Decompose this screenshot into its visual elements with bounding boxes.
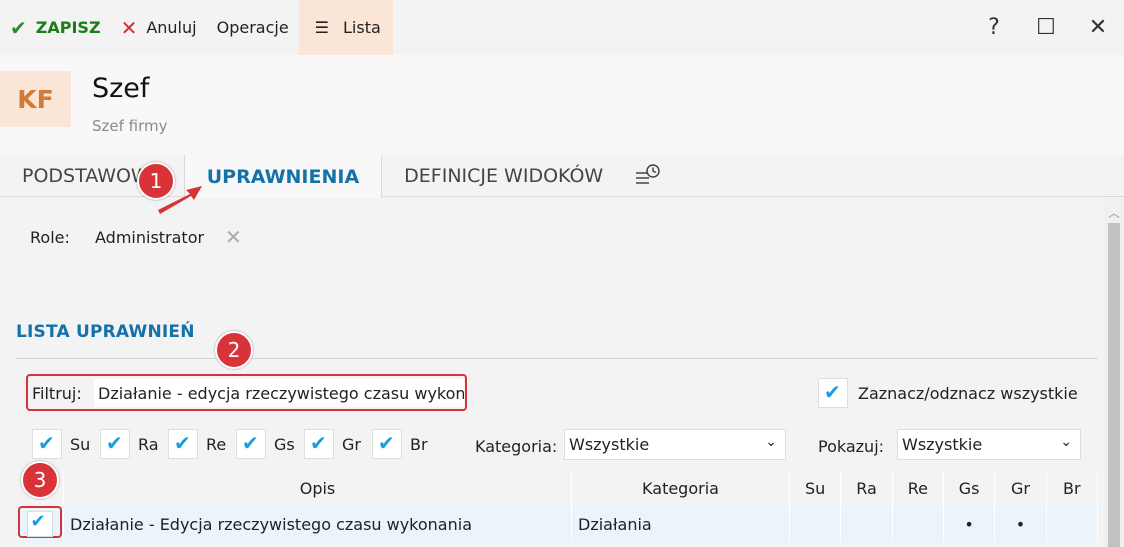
role-value[interactable]: Administrator bbox=[95, 228, 204, 247]
scroll-up-icon[interactable]: ︿ bbox=[1104, 204, 1124, 221]
flag-checkbox[interactable] bbox=[372, 429, 402, 459]
chevron-down-icon: ⌄ bbox=[765, 434, 777, 450]
toolbar: ✔ ZAPISZ ✕ Anuluj Operacje ☰ Lista ? ☐ ✕ bbox=[0, 0, 1124, 55]
table-row[interactable]: Działanie - Edycja rzeczywistego czasu w… bbox=[16, 506, 1098, 542]
record-header: KF Szef Szef firmy bbox=[0, 55, 1124, 155]
category-select[interactable]: Wszystkie ⌄ bbox=[564, 429, 786, 460]
show-select[interactable]: Wszystkie ⌄ bbox=[897, 429, 1081, 460]
permissions-panel: Role: Administrator ✕ LISTA UPRAWNIEŃ Fi… bbox=[0, 198, 1104, 547]
filter-group: Filtruj: bbox=[26, 374, 467, 411]
avatar: KF bbox=[0, 71, 71, 127]
row-checkbox[interactable] bbox=[26, 511, 53, 537]
cancel-label: Anuluj bbox=[146, 18, 197, 37]
table-header: Opis Kategoria Su Ra Re Gs Gr Br bbox=[16, 470, 1098, 506]
flag-checkbox[interactable] bbox=[304, 429, 334, 459]
save-button[interactable]: ✔ ZAPISZ bbox=[0, 0, 111, 55]
cell-kategoria: Działania bbox=[572, 506, 790, 542]
checkmark-icon: ✔ bbox=[10, 15, 27, 40]
cell-gs[interactable]: • bbox=[943, 506, 996, 542]
flag-label: Ra bbox=[138, 434, 159, 454]
flag-checkbox[interactable] bbox=[100, 429, 130, 459]
help-button[interactable]: ? bbox=[968, 15, 1020, 40]
flag-gs[interactable]: Gs bbox=[236, 429, 296, 459]
scroll-thumb[interactable] bbox=[1108, 223, 1120, 547]
flag-label: Gr bbox=[342, 434, 361, 454]
category-value: Wszystkie bbox=[569, 435, 650, 454]
operations-label: Operacje bbox=[216, 18, 289, 37]
chevron-down-icon: ⌄ bbox=[1060, 434, 1072, 450]
flag-label: Re bbox=[206, 434, 227, 454]
column-header-opis[interactable]: Opis bbox=[64, 470, 572, 506]
save-label: ZAPISZ bbox=[35, 18, 101, 37]
flag-br[interactable]: Br bbox=[372, 429, 432, 459]
cell-gr[interactable]: • bbox=[995, 506, 1047, 542]
permissions-table: Opis Kategoria Su Ra Re Gs Gr Br Działan… bbox=[16, 470, 1098, 542]
column-header-gs[interactable]: Gs bbox=[943, 470, 996, 506]
filter-input[interactable] bbox=[94, 379, 464, 407]
cell-opis: Działanie - Edycja rzeczywistego czasu w… bbox=[64, 506, 572, 542]
tab-permissions[interactable]: UPRAWNIENIA bbox=[183, 155, 383, 198]
row-select-cell[interactable] bbox=[16, 506, 64, 542]
flag-ra[interactable]: Ra bbox=[100, 429, 160, 459]
cancel-button[interactable]: ✕ Anuluj bbox=[111, 0, 207, 55]
tab-history[interactable] bbox=[625, 155, 671, 197]
annotation-arrow-icon bbox=[158, 186, 202, 214]
close-window-button[interactable]: ✕ bbox=[1072, 15, 1124, 40]
column-header-gr[interactable]: Gr bbox=[995, 470, 1047, 506]
flag-label: Br bbox=[410, 434, 428, 454]
operations-button[interactable]: Operacje bbox=[207, 0, 299, 55]
page-subtitle: Szef firmy bbox=[92, 117, 168, 135]
column-header-su[interactable]: Su bbox=[790, 470, 842, 506]
cell-ra[interactable] bbox=[841, 506, 893, 542]
list-label: Lista bbox=[343, 18, 381, 37]
role-label: Role: bbox=[30, 228, 70, 247]
annotation-badge-2: 2 bbox=[215, 331, 253, 369]
show-value: Wszystkie bbox=[902, 435, 983, 454]
page-title: Szef bbox=[92, 73, 150, 104]
filter-label: Filtruj: bbox=[32, 384, 82, 403]
maximize-button[interactable]: ☐ bbox=[1020, 15, 1072, 40]
cell-br[interactable] bbox=[1046, 506, 1098, 542]
cell-su[interactable] bbox=[790, 506, 842, 542]
close-icon: ✕ bbox=[120, 15, 138, 40]
flag-gr[interactable]: Gr bbox=[304, 429, 364, 459]
flag-re[interactable]: Re bbox=[168, 429, 228, 459]
flag-su[interactable]: Su bbox=[32, 429, 92, 459]
column-header-kategoria[interactable]: Kategoria bbox=[572, 470, 790, 506]
vertical-scrollbar[interactable]: ︿ bbox=[1104, 198, 1124, 547]
window-controls: ? ☐ ✕ bbox=[968, 0, 1124, 55]
history-list-icon bbox=[636, 164, 660, 184]
column-header-re[interactable]: Re bbox=[892, 470, 944, 506]
category-label: Kategoria: bbox=[475, 437, 558, 456]
flag-filters: Su Ra Re Gs Gr Br bbox=[32, 429, 440, 459]
flag-label: Su bbox=[70, 434, 91, 454]
select-all-label: Zaznacz/odznacz wszystkie bbox=[858, 383, 1078, 403]
show-label: Pokazuj: bbox=[818, 437, 885, 456]
flag-checkbox[interactable] bbox=[236, 429, 266, 459]
column-header-ra[interactable]: Ra bbox=[841, 470, 893, 506]
list-button[interactable]: ☰ Lista bbox=[298, 0, 393, 55]
annotation-badge-3: 3 bbox=[21, 461, 59, 499]
select-all[interactable]: Zaznacz/odznacz wszystkie bbox=[818, 378, 1078, 408]
cell-re[interactable] bbox=[892, 506, 944, 542]
flag-label: Gs bbox=[274, 434, 295, 454]
remove-role-icon[interactable]: ✕ bbox=[225, 225, 242, 249]
tab-view-definitions[interactable]: DEFINICJE WIDOKÓW bbox=[382, 155, 625, 197]
section-divider bbox=[16, 358, 1098, 359]
hamburger-icon: ☰ bbox=[314, 18, 329, 37]
section-title: LISTA UPRAWNIEŃ bbox=[16, 322, 195, 342]
flag-checkbox[interactable] bbox=[32, 429, 62, 459]
select-all-checkbox[interactable] bbox=[818, 378, 848, 408]
flag-checkbox[interactable] bbox=[168, 429, 198, 459]
column-header-br[interactable]: Br bbox=[1046, 470, 1098, 506]
